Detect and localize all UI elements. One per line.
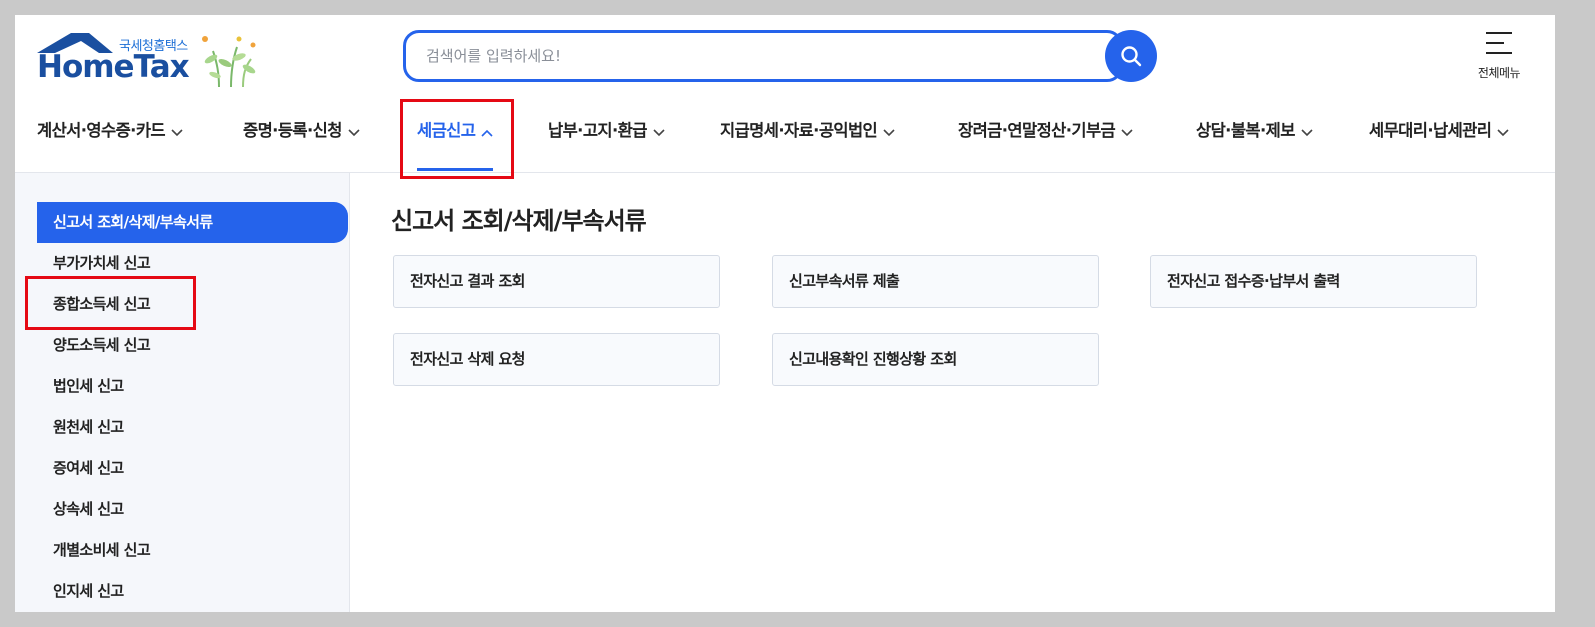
gnb-item-payment[interactable]: 납부·고지·환급	[548, 113, 665, 173]
search-box	[403, 30, 1123, 82]
chevron-up-icon	[481, 129, 493, 137]
sidebar-item-capital-gains[interactable]: 양도소득세 신고	[37, 325, 348, 366]
all-menu-button[interactable]: 전체메뉴	[1469, 30, 1529, 90]
sidebar: 신고서 조회/삭제/부속서류 부가가치세 신고 종합소득세 신고 양도소득세 신…	[15, 173, 350, 612]
chevron-down-icon	[348, 128, 360, 136]
logo-wordmark: HomeTax	[37, 49, 190, 85]
gnb-item-certificate[interactable]: 증명·등록·신청	[243, 113, 360, 173]
search-button[interactable]	[1105, 30, 1157, 82]
chevron-down-icon	[653, 128, 665, 136]
sidebar-item-vat[interactable]: 부가가치세 신고	[37, 243, 348, 284]
sidebar-item-excise-tax[interactable]: 개별소비세 신고	[37, 530, 348, 571]
gnb-item-payment-statement[interactable]: 지급명세·자료·공익법인	[720, 113, 895, 173]
sidebar-item-return-inquiry[interactable]: 신고서 조회/삭제/부속서류	[37, 202, 348, 243]
chevron-down-icon	[883, 128, 895, 136]
plant-decoration-icon	[202, 36, 256, 88]
sidebar-item-inheritance-tax[interactable]: 상속세 신고	[37, 489, 348, 530]
hometax-page: 국세청홈택스 HomeTax 검색어를 입력하세요! 전체메뉴 계산서·영수증·…	[15, 15, 1555, 612]
gnb-label: 납부·고지·환급	[548, 121, 647, 140]
card-e-filing-result[interactable]: 전자신고 결과 조회	[393, 255, 720, 308]
sidebar-item-stamp-tax[interactable]: 인지세 신고	[37, 571, 348, 612]
card-review-status[interactable]: 신고내용확인 진행상황 조회	[772, 333, 1099, 386]
sidebar-item-income-tax[interactable]: 종합소득세 신고	[37, 284, 348, 325]
gnb-label: 상담·불복·제보	[1196, 121, 1295, 140]
gnb-label: 지급명세·자료·공익법인	[720, 121, 878, 140]
gnb-item-invoice[interactable]: 계산서·영수증·카드	[37, 113, 183, 173]
active-tab-underline	[417, 168, 494, 171]
page-title: 신고서 조회/삭제/부속서류	[391, 207, 647, 235]
gnb-label: 증명·등록·신청	[243, 121, 342, 140]
all-menu-label: 전체메뉴	[1477, 66, 1521, 80]
chevron-down-icon	[171, 128, 183, 136]
chevron-down-icon	[1497, 128, 1509, 136]
gnb-item-consultation[interactable]: 상담·불복·제보	[1196, 113, 1313, 173]
gnb-item-incentive[interactable]: 장려금·연말정산·기부금	[958, 113, 1133, 173]
gnb-label: 계산서·영수증·카드	[37, 121, 166, 140]
gnb-item-tax-filing[interactable]: 세금신고	[417, 113, 494, 173]
gnb-label: 세무대리·납세관리	[1369, 121, 1492, 140]
main-navigation: 계산서·영수증·카드 증명·등록·신청 세금신고 납부·고지·환급 지급명세·자…	[15, 113, 1555, 173]
search-bar	[403, 30, 1157, 82]
gnb-label: 세금신고	[417, 121, 476, 140]
gnb-label: 장려금·연말정산·기부금	[958, 121, 1116, 140]
chevron-down-icon	[1301, 128, 1313, 136]
sidebar-item-gift-tax[interactable]: 증여세 신고	[37, 448, 348, 489]
sidebar-item-corporate-tax[interactable]: 법인세 신고	[37, 366, 348, 407]
search-input[interactable]	[426, 47, 1100, 65]
site-header: 국세청홈택스 HomeTax 검색어를 입력하세요! 전체메뉴 계산서·영수증·…	[15, 15, 1555, 173]
search-icon	[1121, 46, 1142, 67]
hometax-logo[interactable]: 국세청홈택스 HomeTax	[37, 31, 267, 91]
sidebar-item-withholding[interactable]: 원천세 신고	[37, 407, 348, 448]
gnb-item-tax-agent[interactable]: 세무대리·납세관리	[1369, 113, 1509, 173]
hamburger-icon	[1486, 32, 1512, 54]
card-submit-attachments[interactable]: 신고부속서류 제출	[772, 255, 1099, 308]
card-print-receipt[interactable]: 전자신고 접수증·납부서 출력	[1150, 255, 1477, 308]
chevron-down-icon	[1121, 128, 1133, 136]
card-delete-request[interactable]: 전자신고 삭제 요청	[393, 333, 720, 386]
